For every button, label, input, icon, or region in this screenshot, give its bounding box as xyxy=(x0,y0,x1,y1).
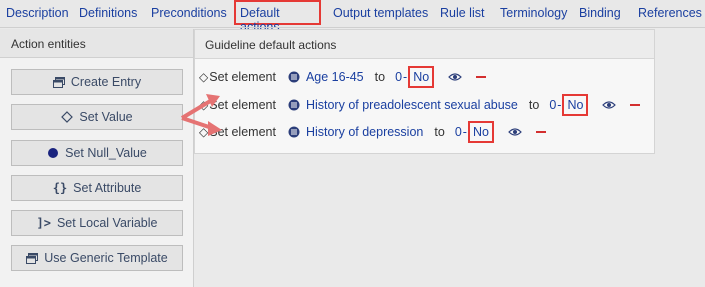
set-local-variable-label: Set Local Variable xyxy=(56,216,158,230)
list-circle-icon xyxy=(288,71,300,83)
action-entities-header: Action entities xyxy=(0,29,193,58)
action-row: ◇ Set element Age 16-45 to 0 - No xyxy=(199,66,487,88)
tab-default-actions[interactable]: Default actions xyxy=(234,0,321,34)
set-local-variable-button[interactable]: ]> Set Local Variable xyxy=(11,210,183,236)
window-icon xyxy=(52,76,65,88)
diamond-icon: ◇ xyxy=(199,70,209,84)
value-term[interactable]: No xyxy=(467,121,494,143)
use-generic-template-label: Use Generic Template xyxy=(44,251,168,265)
value-term[interactable]: No xyxy=(408,66,435,88)
tab-terminology[interactable]: Terminology xyxy=(500,6,567,20)
action-row: ◇ Set element History of preadolescent s… xyxy=(199,94,641,116)
value-code[interactable]: 0 xyxy=(395,70,402,84)
element-link[interactable]: Age 16-45 xyxy=(306,70,364,84)
set-value-label: Set Value xyxy=(79,110,133,124)
guideline-default-actions-panel: Guideline default actions ◇ Set element … xyxy=(194,29,655,154)
to-label: to xyxy=(374,70,386,84)
tab-bar: Description Definitions Preconditions De… xyxy=(0,0,705,34)
value-code[interactable]: 0 xyxy=(549,98,556,112)
list-circle-icon xyxy=(288,126,300,138)
set-element-label: Set element xyxy=(209,70,276,84)
set-attribute-label: Set Attribute xyxy=(73,181,142,195)
guideline-default-actions-header: Guideline default actions xyxy=(195,30,654,59)
tab-binding[interactable]: Binding xyxy=(579,6,621,20)
eye-icon[interactable] xyxy=(508,127,522,137)
action-row: ◇ Set element History of depression to 0… xyxy=(199,121,546,143)
value-term[interactable]: No xyxy=(562,94,589,116)
list-circle-icon xyxy=(288,99,300,111)
remove-icon[interactable] xyxy=(535,131,546,133)
create-entry-button[interactable]: Create Entry xyxy=(11,69,183,95)
eye-icon[interactable] xyxy=(448,72,463,82)
tab-references[interactable]: References xyxy=(638,6,702,20)
use-generic-template-button[interactable]: Use Generic Template xyxy=(11,245,183,271)
set-attribute-button[interactable]: {} Set Attribute xyxy=(11,175,183,201)
tab-definitions[interactable]: Definitions xyxy=(79,6,137,20)
variable-arrow-icon: ]> xyxy=(36,216,51,230)
tab-rule-list[interactable]: Rule list xyxy=(440,6,484,20)
value-separator: - xyxy=(403,70,408,84)
tab-output-templates[interactable]: Output templates xyxy=(333,6,428,20)
set-value-button[interactable]: Set Value xyxy=(11,104,183,130)
remove-icon[interactable] xyxy=(630,104,641,106)
tab-preconditions[interactable]: Preconditions xyxy=(151,6,227,20)
eye-icon[interactable] xyxy=(602,100,617,110)
set-null-value-label: Set Null_Value xyxy=(65,146,147,160)
to-label: to xyxy=(528,98,540,112)
create-entry-label: Create Entry xyxy=(70,75,142,89)
element-link[interactable]: History of preadolescent sexual abuse xyxy=(306,98,518,112)
curly-braces-icon: {} xyxy=(52,181,68,195)
window-icon xyxy=(26,252,39,264)
to-label: to xyxy=(434,125,445,139)
value-separator: - xyxy=(462,125,467,139)
filled-circle-icon xyxy=(47,147,59,159)
annotation-arrows xyxy=(180,94,222,136)
guideline-default-actions-title: Guideline default actions xyxy=(205,38,337,52)
remove-icon[interactable] xyxy=(476,76,487,78)
tab-divider xyxy=(0,27,705,28)
value-code[interactable]: 0 xyxy=(455,125,462,139)
value-separator: - xyxy=(557,98,562,112)
tab-description[interactable]: Description xyxy=(6,6,69,20)
diamond-icon xyxy=(61,111,74,123)
element-link[interactable]: History of depression xyxy=(306,125,423,139)
set-null-value-button[interactable]: Set Null_Value xyxy=(11,140,183,166)
action-entities-panel: Action entities Create Entry Set Value S… xyxy=(0,29,194,287)
action-entities-title: Action entities xyxy=(11,37,86,51)
